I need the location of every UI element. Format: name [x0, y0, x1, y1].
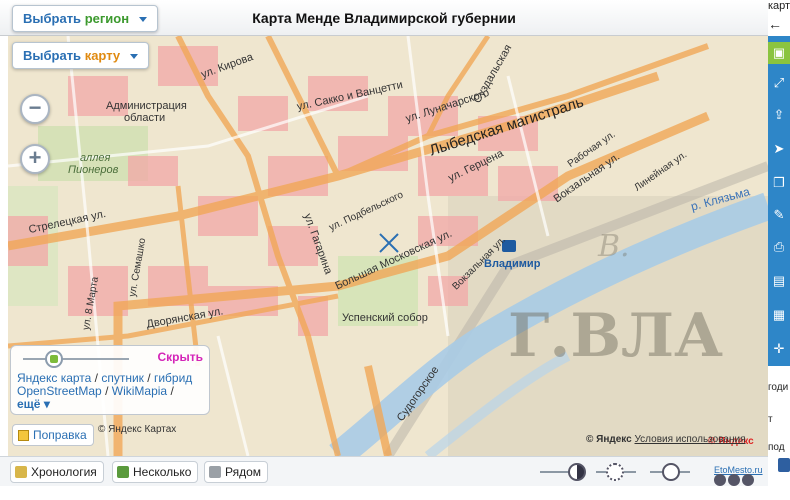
site-controls: [714, 473, 756, 491]
back-arrow-icon[interactable]: ←: [768, 16, 782, 32]
map-label: аллея: [80, 152, 111, 164]
map-label: Успенский собор: [342, 312, 428, 324]
share-icon[interactable]: ⇪: [768, 104, 790, 126]
zoom-out-button[interactable]: −: [20, 94, 50, 124]
brightness-icon[interactable]: [606, 463, 624, 481]
more-layers-button[interactable]: ещё ▾: [17, 397, 50, 411]
layer-yandex-map[interactable]: Яндекс карта: [17, 371, 91, 385]
crosshair-icon[interactable]: ✛: [768, 338, 790, 360]
layer-sputnik[interactable]: спутник: [101, 371, 144, 385]
chevron-down-icon: [138, 17, 147, 23]
select-map-button[interactable]: Выбрать карту: [12, 42, 149, 69]
svg-text:В.: В.: [597, 229, 630, 264]
layer-links: Яндекс карта / спутник / гибрид OpenStre…: [17, 371, 193, 411]
saturation-icon[interactable]: [662, 463, 680, 481]
contrast-icon[interactable]: [568, 463, 586, 481]
forward-icon[interactable]: [742, 474, 754, 486]
copyright-left: © Яндекс Картах: [98, 424, 177, 435]
right-panel-text: т: [768, 414, 773, 425]
expand-icon[interactable]: ⤢: [768, 72, 790, 94]
layer-wikimapia[interactable]: WikiMapia: [112, 384, 167, 398]
image-icon[interactable]: ▤: [768, 270, 790, 292]
chronology-button[interactable]: Хронология: [10, 461, 104, 483]
right-panel-top-text: карт: [768, 0, 790, 12]
right-panel-text: годи: [768, 382, 789, 393]
right-panel-text: под: [768, 442, 785, 453]
map-label: Пионеров: [68, 164, 119, 176]
clock-icon: [15, 466, 27, 478]
terms-link[interactable]: Условия использования: [635, 434, 746, 445]
cursor-icon[interactable]: ➤: [768, 138, 790, 160]
zoom-in-button[interactable]: +: [20, 144, 50, 174]
hide-layers-link[interactable]: Скрыть: [157, 350, 203, 364]
select-region-button[interactable]: Выбрать регион: [12, 5, 158, 32]
copyright-right: © Яндекс Условия использования: [586, 434, 746, 445]
opacity-slider-handle[interactable]: [45, 350, 63, 368]
map-label: Администрация: [106, 100, 187, 112]
bottom-toolbar: Хронология Несколько Рядом: [0, 456, 768, 486]
ruler-icon[interactable]: ✎: [768, 204, 790, 226]
layer-osm[interactable]: OpenStreetMap: [17, 384, 102, 398]
pin-icon: [18, 430, 29, 441]
several-button[interactable]: Несколько: [112, 461, 199, 483]
old-map-lettering: Г.ВЛА: [508, 301, 723, 371]
grid-icon[interactable]: ▦: [768, 304, 790, 326]
info-icon[interactable]: [714, 474, 726, 486]
map-region-icon[interactable]: ▣: [768, 42, 790, 64]
correction-button[interactable]: Поправка: [12, 424, 94, 446]
station-label: Владимир: [484, 258, 541, 270]
chevron-down-icon: [129, 54, 138, 60]
nearby-button[interactable]: Рядом: [204, 461, 269, 483]
social-icon[interactable]: [778, 458, 790, 472]
right-toolbar: ▣ ⤢ ⇪ ➤ ❐ ✎ ⎙ ▤ ▦ ✛: [768, 36, 790, 366]
copy-icon[interactable]: ❐: [768, 172, 790, 194]
minus-icon[interactable]: [728, 474, 740, 486]
nearby-icon: [209, 466, 221, 478]
print-icon[interactable]: ⎙: [768, 236, 790, 258]
opacity-slider-track[interactable]: [23, 358, 129, 360]
app-window: Карта Менде Владимирской губернии Г.ВЛА …: [0, 0, 790, 500]
layer-hybrid[interactable]: гибрид: [154, 371, 192, 385]
map-label: области: [124, 112, 166, 124]
layers-icon: [117, 466, 129, 478]
layers-panel: Скрыть Яндекс карта / спутник / гибрид O…: [10, 345, 210, 415]
